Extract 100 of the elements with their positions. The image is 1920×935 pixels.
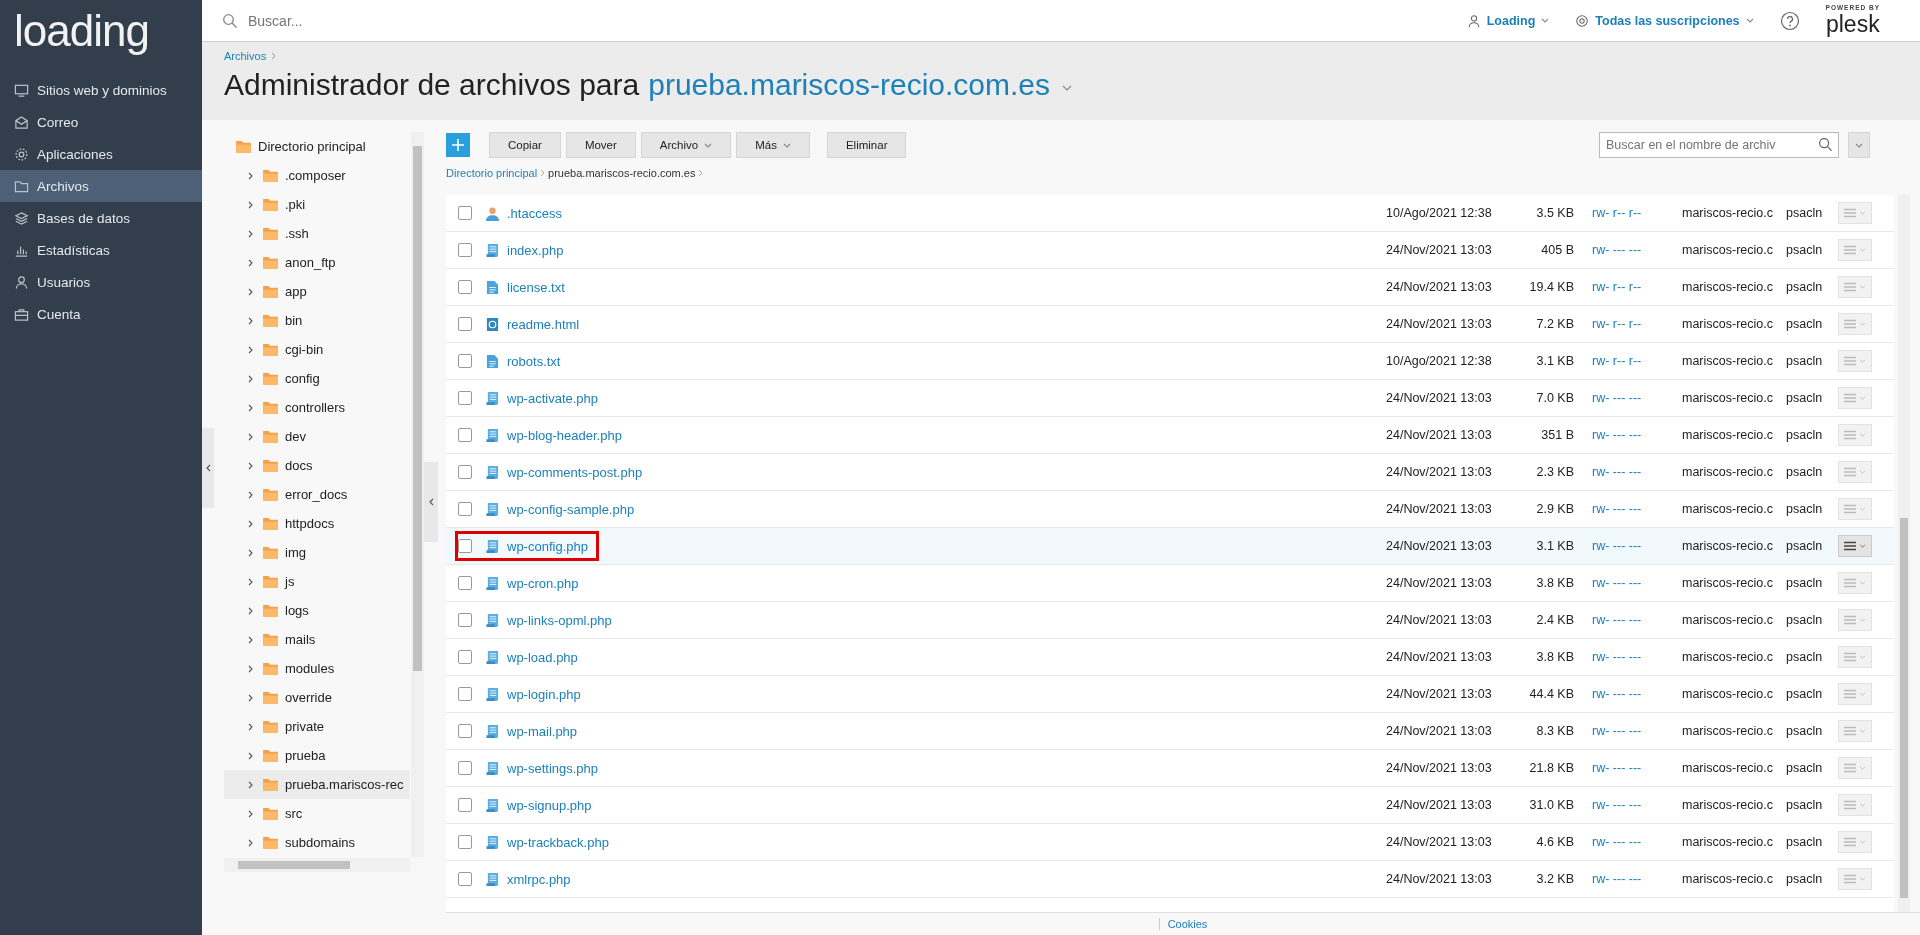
permissions-link[interactable]: rw- --- --- xyxy=(1586,835,1676,849)
row-checkbox[interactable] xyxy=(458,798,472,812)
search-field[interactable]: Buscar en el nombre de archiv xyxy=(1599,132,1839,158)
dropdown-button[interactable] xyxy=(1848,132,1870,158)
sidebar-item[interactable]: Aplicaciones xyxy=(0,138,202,170)
tree-item[interactable]: prueba xyxy=(224,741,410,770)
tree-item[interactable]: app xyxy=(224,277,410,306)
tree-item[interactable]: bin xyxy=(224,306,410,335)
help-icon[interactable] xyxy=(1779,10,1800,31)
file-link[interactable]: wp-settings.php xyxy=(507,760,599,776)
row-checkbox[interactable] xyxy=(458,206,472,220)
tree-item[interactable]: httpdocs xyxy=(224,509,410,538)
tree-item[interactable]: img xyxy=(224,538,410,567)
search-field[interactable]: Buscar... xyxy=(246,11,550,30)
file-link[interactable]: .htaccess xyxy=(507,205,562,221)
permissions-link[interactable]: rw- --- --- xyxy=(1586,576,1676,590)
file-link[interactable]: wp-cron.php xyxy=(507,575,579,591)
row-checkbox[interactable] xyxy=(458,391,472,405)
file-link[interactable]: xmlrpc.php xyxy=(507,871,571,887)
file-link[interactable]: wp-trackback.php xyxy=(507,834,609,850)
tree-item[interactable]: cgi-bin xyxy=(224,335,410,364)
sidebar-item[interactable]: Estadísticas xyxy=(0,234,202,266)
tree-item[interactable]: mails xyxy=(224,625,410,654)
permissions-link[interactable]: rw- --- --- xyxy=(1586,724,1676,738)
permissions-link[interactable]: rw- r-- r-- xyxy=(1586,317,1676,331)
tree-item[interactable]: anon_ftp xyxy=(224,248,410,277)
row-checkbox[interactable] xyxy=(458,613,472,627)
row-checkbox[interactable] xyxy=(458,428,472,442)
sidebar-item[interactable]: Correo xyxy=(0,106,202,138)
tree-item[interactable]: controllers xyxy=(224,393,410,422)
file-link[interactable]: wp-login.php xyxy=(507,686,581,702)
row-checkbox[interactable] xyxy=(458,724,472,738)
file-link[interactable]: wp-load.php xyxy=(507,649,578,665)
path-link[interactable]: Directorio principal xyxy=(446,167,538,179)
permissions-link[interactable]: rw- --- --- xyxy=(1586,650,1676,664)
scrollbar[interactable] xyxy=(411,132,424,857)
sidebar-item[interactable]: Bases de datos xyxy=(0,202,202,234)
row-checkbox[interactable] xyxy=(458,687,472,701)
permissions-link[interactable]: rw- --- --- xyxy=(1586,761,1676,775)
file-link[interactable]: wp-signup.php xyxy=(507,797,592,813)
collapse-button[interactable] xyxy=(202,428,214,508)
permissions-link[interactable]: rw- --- --- xyxy=(1586,465,1676,479)
permissions-link[interactable]: rw- --- --- xyxy=(1586,502,1676,516)
file-link[interactable]: wp-config-sample.php xyxy=(507,501,635,517)
file-link[interactable]: wp-links-opml.php xyxy=(507,612,612,628)
tree-item[interactable]: private xyxy=(224,712,410,741)
user-menu[interactable]: Loading xyxy=(1466,13,1550,28)
tree-item[interactable]: error_docs xyxy=(224,480,410,509)
file-link[interactable]: robots.txt xyxy=(507,353,561,369)
toolbar-button[interactable]: Copiar xyxy=(489,132,561,158)
file-link[interactable]: readme.html xyxy=(507,316,580,332)
row-checkbox[interactable] xyxy=(458,280,472,294)
tree-item[interactable]: .pki xyxy=(224,190,410,219)
tree-item[interactable]: Directorio principal xyxy=(224,132,410,161)
caret-icon[interactable] xyxy=(1062,85,1072,91)
row-menu-button[interactable] xyxy=(1838,535,1872,557)
permissions-link[interactable]: rw- --- --- xyxy=(1586,428,1676,442)
tree-item[interactable]: logs xyxy=(224,596,410,625)
subscriptions-menu[interactable]: Todas las suscripciones xyxy=(1575,13,1754,28)
permissions-link[interactable]: rw- --- --- xyxy=(1586,539,1676,553)
sidebar-item[interactable]: Cuenta xyxy=(0,298,202,330)
tree-item[interactable]: override xyxy=(224,683,410,712)
row-checkbox[interactable] xyxy=(458,835,472,849)
permissions-link[interactable]: rw- r-- r-- xyxy=(1586,206,1676,220)
tree-item[interactable]: prueba.mariscos-rec xyxy=(224,770,410,799)
row-checkbox[interactable] xyxy=(458,576,472,590)
row-checkbox[interactable] xyxy=(458,317,472,331)
toolbar-button[interactable]: Eliminar xyxy=(826,132,907,158)
permissions-link[interactable]: rw- --- --- xyxy=(1586,872,1676,886)
permissions-link[interactable]: rw- r-- r-- xyxy=(1586,354,1676,368)
row-checkbox[interactable] xyxy=(458,243,472,257)
tree-item[interactable]: src xyxy=(224,799,410,828)
file-link[interactable]: wp-activate.php xyxy=(507,390,599,406)
row-checkbox[interactable] xyxy=(458,761,472,775)
permissions-link[interactable]: rw- --- --- xyxy=(1586,243,1676,257)
file-link[interactable]: wp-comments-post.php xyxy=(507,464,643,480)
cookies-link[interactable]: Cookies xyxy=(1158,918,1208,930)
domain-link[interactable]: prueba.mariscos-recio.com.es xyxy=(648,68,1050,102)
toolbar-button[interactable]: Más xyxy=(736,132,810,158)
sidebar-item[interactable]: Usuarios xyxy=(0,266,202,298)
file-link[interactable]: wp-mail.php xyxy=(507,723,578,739)
file-link[interactable]: wp-blog-header.php xyxy=(507,427,622,443)
permissions-link[interactable]: rw- --- --- xyxy=(1586,687,1676,701)
permissions-link[interactable]: rw- --- --- xyxy=(1586,798,1676,812)
sidebar-item[interactable]: Sitios web y dominios xyxy=(0,74,202,106)
row-checkbox[interactable] xyxy=(458,872,472,886)
search-icon[interactable] xyxy=(1818,137,1833,152)
scrollbar[interactable] xyxy=(224,858,410,872)
row-checkbox[interactable] xyxy=(458,465,472,479)
tree-item[interactable]: docs xyxy=(224,451,410,480)
permissions-link[interactable]: rw- r-- r-- xyxy=(1586,280,1676,294)
file-link[interactable]: wp-config.php xyxy=(507,538,588,554)
permissions-link[interactable]: rw- --- --- xyxy=(1586,613,1676,627)
tree-item[interactable]: config xyxy=(224,364,410,393)
toolbar-button[interactable]: Mover xyxy=(565,132,636,158)
row-checkbox[interactable] xyxy=(458,539,472,553)
tree-item[interactable]: js xyxy=(224,567,410,596)
scrollbar[interactable] xyxy=(1898,195,1910,912)
tree-item[interactable]: modules xyxy=(224,654,410,683)
row-checkbox[interactable] xyxy=(458,502,472,516)
